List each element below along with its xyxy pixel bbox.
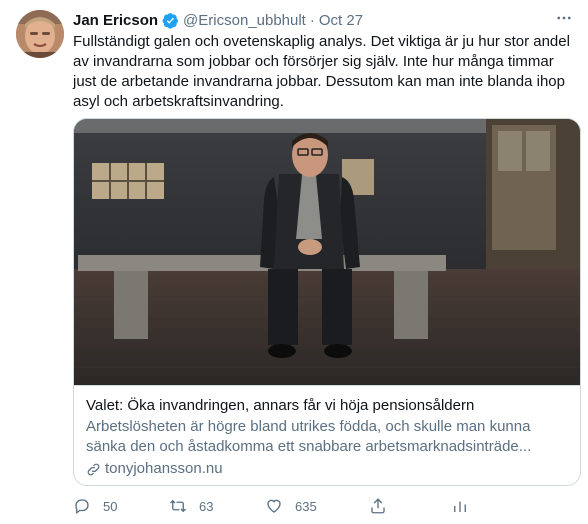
analytics-button[interactable] bbox=[451, 497, 469, 515]
like-count: 635 bbox=[295, 498, 317, 514]
retweet-icon bbox=[170, 499, 186, 513]
share-button[interactable] bbox=[369, 497, 451, 515]
card-photo bbox=[74, 119, 580, 385]
author-name[interactable]: Jan Ericson bbox=[73, 12, 158, 29]
reply-button[interactable]: 50 bbox=[73, 497, 169, 515]
tweet-text: Fullständigt galen och ovetenskaplig ana… bbox=[73, 33, 570, 110]
card-link-domain[interactable]: tonyjohansson.nu bbox=[105, 459, 223, 479]
analytics-icon bbox=[454, 501, 466, 512]
retweet-button[interactable]: 63 bbox=[169, 497, 265, 515]
card-body[interactable]: Valet: Öka invandringen, annars får vi h… bbox=[74, 385, 580, 485]
reply-count: 50 bbox=[103, 498, 118, 514]
tweet-date[interactable]: Oct 27 bbox=[319, 12, 363, 29]
link-icon bbox=[87, 463, 100, 475]
share-icon bbox=[371, 498, 385, 514]
verified-badge-icon bbox=[162, 12, 179, 29]
avatar[interactable] bbox=[16, 10, 64, 58]
like-button[interactable]: 635 bbox=[265, 497, 369, 515]
tweet-header: Jan Ericson @Ericson_ubbhult · Oct 27 bbox=[73, 10, 363, 30]
tweet-actions: 50 63 635 bbox=[73, 495, 503, 517]
retweet-count: 63 bbox=[199, 498, 214, 514]
card-description: Arbetslösheten är högre bland utrikes fö… bbox=[86, 418, 532, 455]
like-icon bbox=[267, 499, 281, 513]
author-handle[interactable]: @Ericson_ubbhult bbox=[183, 12, 306, 29]
tweet[interactable]: Jan Ericson @Ericson_ubbhult · Oct 27 Fu… bbox=[0, 0, 588, 524]
card-title[interactable]: Valet: Öka invandringen, annars får vi h… bbox=[86, 396, 568, 416]
separator-dot: · bbox=[309, 11, 315, 29]
link-card[interactable]: Valet: Öka invandringen, annars får vi h… bbox=[73, 118, 581, 486]
more-icon[interactable] bbox=[554, 8, 574, 28]
card-link[interactable]: tonyjohansson.nu bbox=[86, 459, 568, 479]
reply-icon bbox=[75, 499, 89, 515]
